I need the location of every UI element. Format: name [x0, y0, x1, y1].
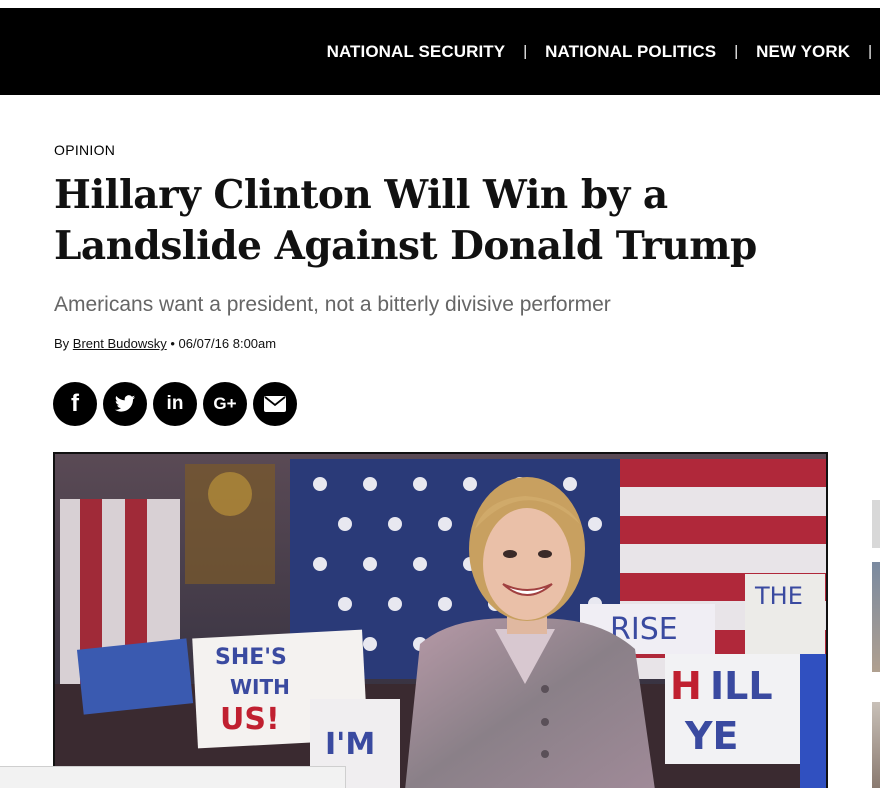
twitter-share-button[interactable] — [103, 382, 147, 426]
svg-text:ILL: ILL — [710, 664, 773, 708]
byline-prefix: By — [54, 336, 70, 351]
facebook-share-button[interactable]: f — [53, 382, 97, 426]
article-dateline: • 06/07/16 8:00am — [170, 336, 277, 351]
nav-item-national-security[interactable]: NATIONAL SECURITY — [327, 42, 506, 62]
bottom-panel-tab[interactable] — [0, 766, 346, 788]
nav-item-national-politics[interactable]: NATIONAL POLITICS — [545, 42, 716, 62]
article-byline: By Brent Budowsky • 06/07/16 8:00am — [54, 336, 276, 351]
author-link[interactable]: Brent Budowsky — [73, 336, 167, 351]
nav-separator: | — [734, 43, 739, 60]
twitter-icon — [114, 395, 136, 412]
svg-text:H: H — [670, 664, 702, 708]
svg-text:I'M: I'M — [325, 727, 375, 762]
envelope-icon — [264, 396, 286, 412]
linkedin-icon: in — [166, 393, 184, 414]
svg-text:WITH: WITH — [230, 675, 290, 699]
article-headline: Hillary Clinton Will Win by a Landslide … — [54, 170, 814, 272]
sign-text: SHE'S — [215, 645, 287, 670]
svg-text:YE: YE — [684, 714, 738, 758]
linkedin-share-button[interactable]: in — [153, 382, 197, 426]
svg-text:THE: THE — [754, 582, 803, 610]
share-bar: f in G+ — [53, 382, 297, 426]
headline-line-1: Hillary Clinton Will Win by a — [54, 172, 668, 218]
nav-separator: | — [868, 43, 872, 60]
sidebar-thumbnail[interactable] — [872, 702, 880, 788]
google-plus-share-button[interactable]: G+ — [203, 382, 247, 426]
sidebar-thumbnail[interactable] — [872, 500, 880, 548]
google-plus-icon: G+ — [213, 394, 237, 413]
headline-line-2: Landslide Against Donald Trump — [54, 223, 757, 269]
sidebar-thumbnail[interactable] — [872, 562, 880, 672]
article-subhead: Americans want a president, not a bitter… — [54, 293, 611, 316]
facebook-icon: f — [71, 390, 79, 417]
section-nav: NATIONAL SECURITY | NATIONAL POLITICS | … — [327, 8, 872, 95]
nav-item-new-york[interactable]: NEW YORK — [756, 42, 850, 62]
svg-text:US!: US! — [220, 702, 280, 737]
browser-top-strip — [0, 0, 880, 8]
hero-image[interactable]: SHE'S WITH US! I'M RISE THE H ILL YE — [53, 452, 828, 788]
hero-photo: SHE'S WITH US! I'M RISE THE H ILL YE — [55, 454, 826, 788]
nav-separator: | — [523, 43, 528, 60]
article-kicker[interactable]: OPINION — [54, 142, 115, 158]
email-share-button[interactable] — [253, 382, 297, 426]
